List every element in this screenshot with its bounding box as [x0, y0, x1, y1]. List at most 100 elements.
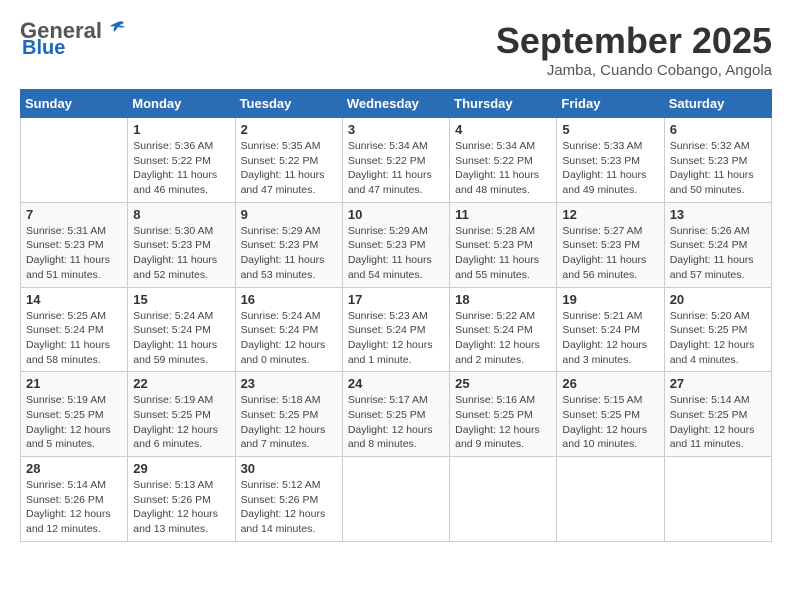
day-number: 30: [241, 461, 337, 476]
day-info: Sunrise: 5:32 AM Sunset: 5:23 PM Dayligh…: [670, 139, 766, 198]
day-info: Sunrise: 5:24 AM Sunset: 5:24 PM Dayligh…: [133, 309, 229, 368]
calendar-cell: 8 Sunrise: 5:30 AM Sunset: 5:23 PM Daylig…: [128, 202, 235, 287]
calendar-cell: 26 Sunrise: 5:15 AM Sunset: 5:25 PM Dayli…: [557, 372, 664, 457]
day-info: Sunrise: 5:14 AM Sunset: 5:26 PM Dayligh…: [26, 478, 122, 537]
calendar-cell: 30 Sunrise: 5:12 AM Sunset: 5:26 PM Dayli…: [235, 457, 342, 542]
day-number: 2: [241, 122, 337, 137]
day-number: 9: [241, 207, 337, 222]
day-number: 29: [133, 461, 229, 476]
day-info: Sunrise: 5:19 AM Sunset: 5:25 PM Dayligh…: [133, 393, 229, 452]
calendar-cell: 2 Sunrise: 5:35 AM Sunset: 5:22 PM Daylig…: [235, 118, 342, 203]
weekday-header-row: SundayMondayTuesdayWednesdayThursdayFrid…: [21, 90, 772, 118]
day-info: Sunrise: 5:26 AM Sunset: 5:24 PM Dayligh…: [670, 224, 766, 283]
day-info: Sunrise: 5:25 AM Sunset: 5:24 PM Dayligh…: [26, 309, 122, 368]
day-number: 10: [348, 207, 444, 222]
calendar-cell: 18Sunrise: 5:22 AM Sunset: 5:24 PM Dayli…: [450, 287, 557, 372]
calendar-cell: 28 Sunrise: 5:14 AM Sunset: 5:26 PM Dayli…: [21, 457, 128, 542]
day-number: 23: [241, 376, 337, 391]
day-info: Sunrise: 5:15 AM Sunset: 5:25 PM Dayligh…: [562, 393, 658, 452]
day-number: 18: [455, 292, 551, 307]
logo: General Blue: [20, 20, 126, 58]
day-number: 11: [455, 207, 551, 222]
day-number: 27: [670, 376, 766, 391]
day-number: 19: [562, 292, 658, 307]
day-info: Sunrise: 5:17 AM Sunset: 5:25 PM Dayligh…: [348, 393, 444, 452]
calendar-header: SundayMondayTuesdayWednesdayThursdayFrid…: [21, 90, 772, 118]
logo-bird-icon: [104, 18, 126, 40]
calendar-cell: 11 Sunrise: 5:28 AM Sunset: 5:23 PM Dayli…: [450, 202, 557, 287]
day-number: 25: [455, 376, 551, 391]
calendar-cell: 4 Sunrise: 5:34 AM Sunset: 5:22 PM Daylig…: [450, 118, 557, 203]
calendar-cell: 3Sunrise: 5:34 AM Sunset: 5:22 PM Daylig…: [342, 118, 449, 203]
calendar-cell: 14 Sunrise: 5:25 AM Sunset: 5:24 PM Dayli…: [21, 287, 128, 372]
title-block: September 2025 Jamba, Cuando Cobango, An…: [496, 20, 772, 79]
day-number: 15: [133, 292, 229, 307]
day-number: 28: [26, 461, 122, 476]
day-info: Sunrise: 5:28 AM Sunset: 5:23 PM Dayligh…: [455, 224, 551, 283]
day-info: Sunrise: 5:18 AM Sunset: 5:25 PM Dayligh…: [241, 393, 337, 452]
day-info: Sunrise: 5:24 AM Sunset: 5:24 PM Dayligh…: [241, 309, 337, 368]
calendar-body: 1Sunrise: 5:36 AM Sunset: 5:22 PM Daylig…: [21, 118, 772, 542]
calendar-cell: [450, 457, 557, 542]
calendar-cell: 9 Sunrise: 5:29 AM Sunset: 5:23 PM Daylig…: [235, 202, 342, 287]
logo-blue: Blue: [22, 38, 65, 58]
weekday-sunday: Sunday: [21, 90, 128, 118]
weekday-monday: Monday: [128, 90, 235, 118]
day-info: Sunrise: 5:36 AM Sunset: 5:22 PM Dayligh…: [133, 139, 229, 198]
weekday-thursday: Thursday: [450, 90, 557, 118]
day-number: 6: [670, 122, 766, 137]
calendar-cell: 19 Sunrise: 5:21 AM Sunset: 5:24 PM Dayli…: [557, 287, 664, 372]
day-info: Sunrise: 5:12 AM Sunset: 5:26 PM Dayligh…: [241, 478, 337, 537]
day-number: 24: [348, 376, 444, 391]
calendar-cell: 17Sunrise: 5:23 AM Sunset: 5:24 PM Dayli…: [342, 287, 449, 372]
calendar-cell: 15 Sunrise: 5:24 AM Sunset: 5:24 PM Dayli…: [128, 287, 235, 372]
calendar-cell: 23 Sunrise: 5:18 AM Sunset: 5:25 PM Dayli…: [235, 372, 342, 457]
day-number: 8: [133, 207, 229, 222]
day-number: 26: [562, 376, 658, 391]
day-info: Sunrise: 5:19 AM Sunset: 5:25 PM Dayligh…: [26, 393, 122, 452]
day-info: Sunrise: 5:14 AM Sunset: 5:25 PM Dayligh…: [670, 393, 766, 452]
day-info: Sunrise: 5:16 AM Sunset: 5:25 PM Dayligh…: [455, 393, 551, 452]
calendar-cell: 7Sunrise: 5:31 AM Sunset: 5:23 PM Daylig…: [21, 202, 128, 287]
calendar-cell: 5Sunrise: 5:33 AM Sunset: 5:23 PM Daylig…: [557, 118, 664, 203]
calendar-cell: 25 Sunrise: 5:16 AM Sunset: 5:25 PM Dayli…: [450, 372, 557, 457]
weekday-tuesday: Tuesday: [235, 90, 342, 118]
calendar-week-2: 7Sunrise: 5:31 AM Sunset: 5:23 PM Daylig…: [21, 202, 772, 287]
day-info: Sunrise: 5:21 AM Sunset: 5:24 PM Dayligh…: [562, 309, 658, 368]
calendar-cell: 27 Sunrise: 5:14 AM Sunset: 5:25 PM Dayli…: [664, 372, 771, 457]
calendar-cell: 6 Sunrise: 5:32 AM Sunset: 5:23 PM Daylig…: [664, 118, 771, 203]
day-number: 14: [26, 292, 122, 307]
calendar-cell: 12Sunrise: 5:27 AM Sunset: 5:23 PM Dayli…: [557, 202, 664, 287]
calendar-cell: 22 Sunrise: 5:19 AM Sunset: 5:25 PM Dayli…: [128, 372, 235, 457]
day-number: 22: [133, 376, 229, 391]
weekday-friday: Friday: [557, 90, 664, 118]
calendar-cell: 13Sunrise: 5:26 AM Sunset: 5:24 PM Dayli…: [664, 202, 771, 287]
day-number: 5: [562, 122, 658, 137]
month-title: September 2025: [496, 20, 772, 62]
day-info: Sunrise: 5:31 AM Sunset: 5:23 PM Dayligh…: [26, 224, 122, 283]
day-number: 20: [670, 292, 766, 307]
calendar-cell: 29 Sunrise: 5:13 AM Sunset: 5:26 PM Dayli…: [128, 457, 235, 542]
calendar-week-1: 1Sunrise: 5:36 AM Sunset: 5:22 PM Daylig…: [21, 118, 772, 203]
day-number: 4: [455, 122, 551, 137]
day-info: Sunrise: 5:30 AM Sunset: 5:23 PM Dayligh…: [133, 224, 229, 283]
page-header: General Blue September 2025 Jamba, Cuand…: [20, 20, 772, 79]
calendar-cell: 10 Sunrise: 5:29 AM Sunset: 5:23 PM Dayli…: [342, 202, 449, 287]
day-info: Sunrise: 5:34 AM Sunset: 5:22 PM Dayligh…: [455, 139, 551, 198]
calendar-cell: 24 Sunrise: 5:17 AM Sunset: 5:25 PM Dayli…: [342, 372, 449, 457]
calendar-cell: 21Sunrise: 5:19 AM Sunset: 5:25 PM Dayli…: [21, 372, 128, 457]
day-info: Sunrise: 5:29 AM Sunset: 5:23 PM Dayligh…: [348, 224, 444, 283]
calendar-cell: 1Sunrise: 5:36 AM Sunset: 5:22 PM Daylig…: [128, 118, 235, 203]
day-info: Sunrise: 5:13 AM Sunset: 5:26 PM Dayligh…: [133, 478, 229, 537]
day-info: Sunrise: 5:35 AM Sunset: 5:22 PM Dayligh…: [241, 139, 337, 198]
calendar-cell: 20Sunrise: 5:20 AM Sunset: 5:25 PM Dayli…: [664, 287, 771, 372]
day-number: 12: [562, 207, 658, 222]
day-number: 17: [348, 292, 444, 307]
calendar-cell: [557, 457, 664, 542]
calendar-cell: 16Sunrise: 5:24 AM Sunset: 5:24 PM Dayli…: [235, 287, 342, 372]
calendar-week-5: 28 Sunrise: 5:14 AM Sunset: 5:26 PM Dayli…: [21, 457, 772, 542]
location: Jamba, Cuando Cobango, Angola: [496, 62, 772, 79]
day-info: Sunrise: 5:34 AM Sunset: 5:22 PM Dayligh…: [348, 139, 444, 198]
calendar-cell: [664, 457, 771, 542]
day-info: Sunrise: 5:29 AM Sunset: 5:23 PM Dayligh…: [241, 224, 337, 283]
